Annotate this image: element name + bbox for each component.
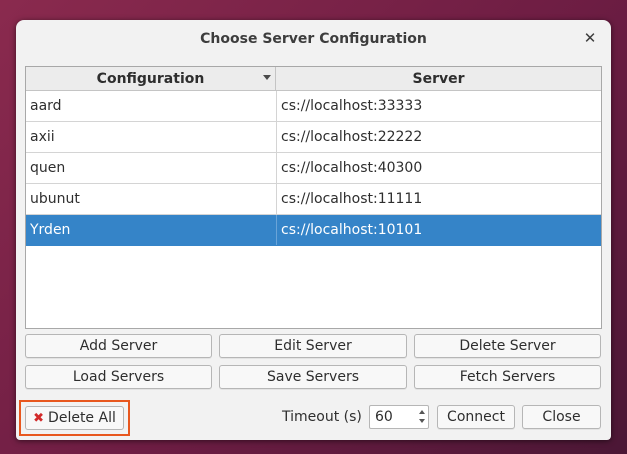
delete-all-label: Delete All [48,410,116,426]
server-cell: cs://localhost:10101 [281,222,423,238]
configuration-cell: ubunut [26,184,277,214]
table-header: Configuration Server [26,67,601,91]
edit-server-button[interactable]: Edit Server [219,334,407,358]
timeout-label: Timeout (s) [282,409,362,425]
server-table: Configuration Server aard cs://localhost… [25,66,602,329]
server-cell: cs://localhost:11111 [281,191,423,207]
title-bar: Choose Server Configuration ✕ [16,20,611,58]
spin-arrows [416,406,428,428]
configuration-cell: Yrden [26,215,277,245]
server-cell: cs://localhost:22222 [281,129,423,145]
column-header-server-label: Server [412,70,465,87]
delete-all-highlight: ✖ Delete All [19,400,130,436]
delete-all-button[interactable]: ✖ Delete All [25,406,124,430]
close-icon[interactable]: ✕ [581,29,599,47]
sort-descending-icon [263,75,271,80]
add-server-button[interactable]: Add Server [25,334,212,358]
configuration-cell: quen [26,153,277,183]
timeout-value[interactable]: 60 [375,409,393,425]
column-header-server[interactable]: Server [276,67,601,90]
table-row-selected[interactable]: Yrden cs://localhost:10101 [26,215,601,246]
timeout-spinbox[interactable]: 60 [369,405,429,429]
connect-button[interactable]: Connect [437,405,515,429]
server-cell: cs://localhost:40300 [281,160,423,176]
table-row[interactable]: axii cs://localhost:22222 [26,122,601,153]
spin-down-icon[interactable] [419,419,425,423]
table-row[interactable]: ubunut cs://localhost:11111 [26,184,601,215]
save-servers-button[interactable]: Save Servers [219,365,407,389]
column-header-configuration-label: Configuration [96,70,205,87]
load-servers-button[interactable]: Load Servers [25,365,212,389]
red-x-icon: ✖ [33,410,45,426]
dialog-title: Choose Server Configuration [200,31,427,47]
table-row[interactable]: aard cs://localhost:33333 [26,91,601,122]
configuration-cell: axii [26,122,277,152]
column-header-configuration[interactable]: Configuration [26,67,276,90]
server-cell: cs://localhost:33333 [281,98,423,114]
spin-up-icon[interactable] [419,410,425,414]
delete-server-button[interactable]: Delete Server [414,334,601,358]
server-config-dialog: Choose Server Configuration ✕ Configurat… [16,20,611,440]
close-button[interactable]: Close [522,405,601,429]
configuration-cell: aard [26,91,277,121]
table-row[interactable]: quen cs://localhost:40300 [26,153,601,184]
fetch-servers-button[interactable]: Fetch Servers [414,365,601,389]
